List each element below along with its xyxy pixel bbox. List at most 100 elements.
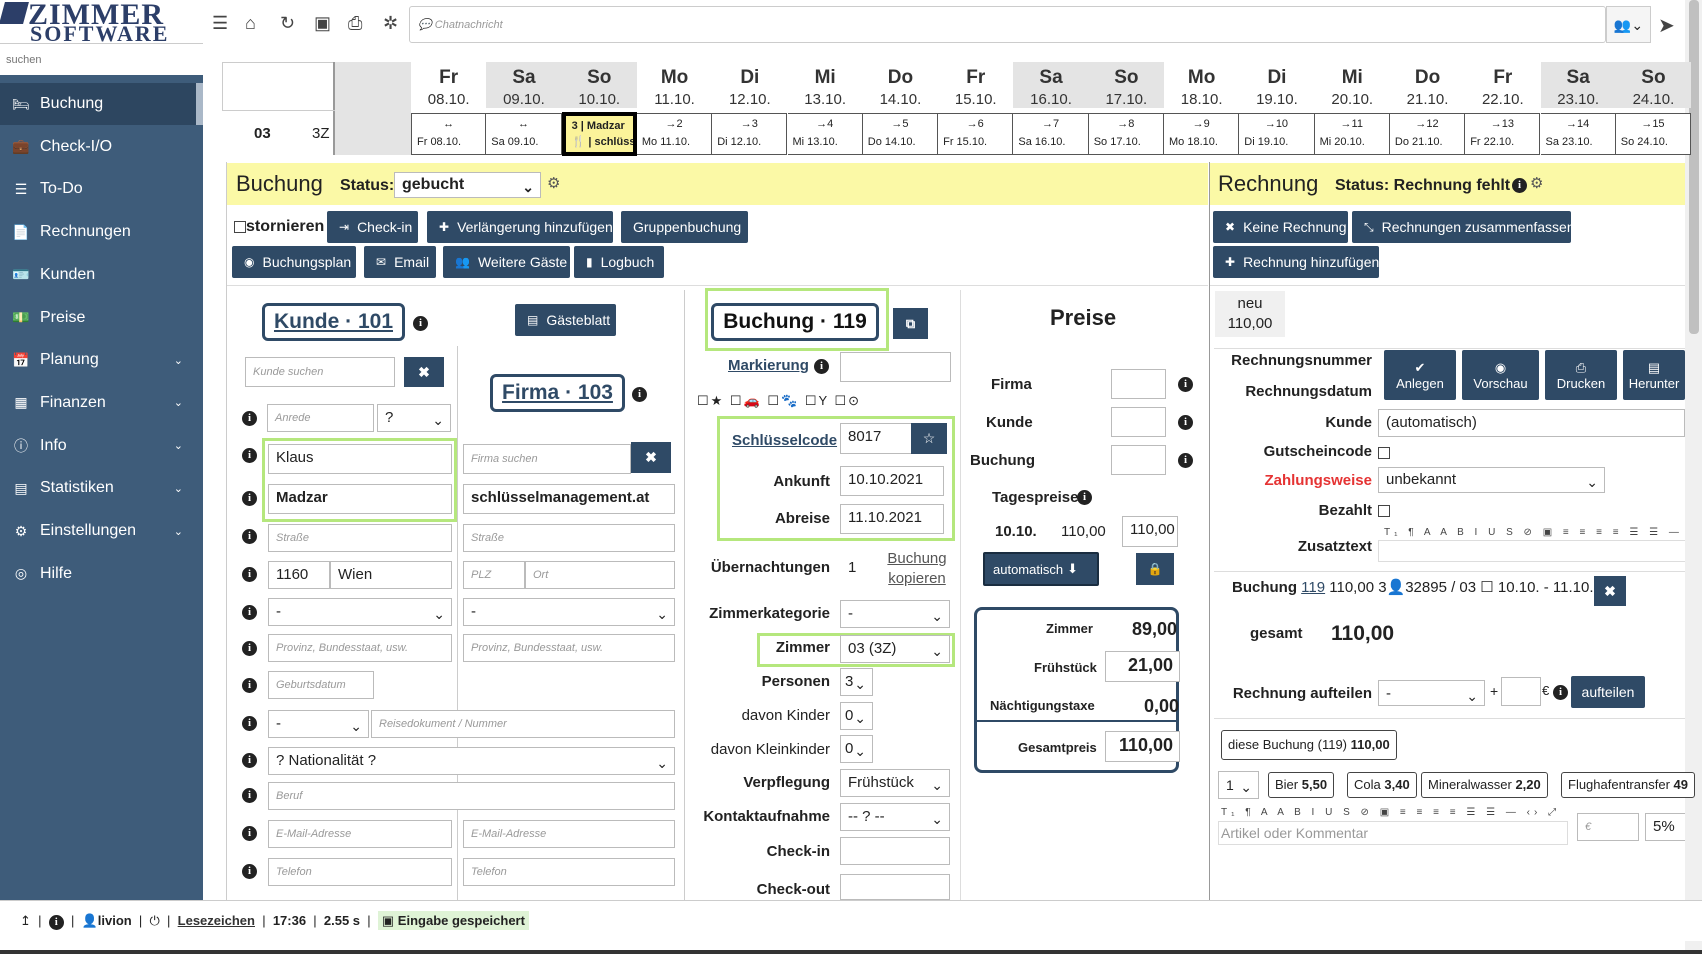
gaesteblatt-button[interactable]: ▤ Gästeblatt (515, 304, 616, 336)
calendar-cell[interactable]: →15 So 24.10. (1615, 113, 1692, 155)
sidebar-item-checkio[interactable]: 💼 Check-I/O (0, 126, 203, 168)
send-icon[interactable]: ➤ (1658, 13, 1675, 38)
schluesselcode-input[interactable]: 8017 (840, 423, 912, 454)
calendar-cell[interactable]: →9 Mo 18.10. (1164, 113, 1240, 155)
checkin-button[interactable]: ⇥ Check-in (327, 211, 418, 243)
markierung-label[interactable]: Markierung (728, 357, 809, 374)
chevron-down-icon[interactable]: ⌄ (174, 396, 183, 409)
schluesselcode-label[interactable]: Schlüsselcode (732, 432, 837, 449)
sidebar-item-einstellungen[interactable]: ⚙ Einstellungen ⌄ (0, 510, 203, 552)
home-icon[interactable]: ⌂ (245, 13, 256, 34)
diese-buchung-button[interactable]: diese Buchung (119) 110,00 (1221, 730, 1397, 760)
kleinkinder-select[interactable]: 0 (840, 735, 873, 764)
artikel-input[interactable]: Artikel oder Kommentar (1218, 821, 1568, 845)
chevron-down-icon[interactable]: ⌄ (174, 354, 183, 367)
rechnung-hinzufuegen-button[interactable]: ✚ Rechnung hinzufügen (1213, 246, 1379, 278)
land-info-icon[interactable]: i (242, 605, 257, 620)
aufteilen-select[interactable]: - (1378, 680, 1485, 709)
reisedok-info-icon[interactable]: i (242, 716, 257, 731)
calendar-cell[interactable]: →12 Do 21.10. (1389, 113, 1466, 155)
sidebar-item-info[interactable]: ⓘ Info ⌄ (0, 425, 203, 467)
sidebar-item-hilfe[interactable]: ◎ Hilfe (0, 553, 203, 595)
rechnung-kunde-input[interactable]: (automatisch) (1378, 409, 1685, 437)
product-button[interactable]: Bier 5,50 (1268, 772, 1335, 798)
firma-strasse-input[interactable]: Straße (463, 524, 675, 552)
chevron-down-icon[interactable]: ⌄ (174, 482, 183, 495)
geburtsdatum-input[interactable]: Geburtsdatum (268, 671, 374, 699)
aufteilen-input[interactable] (1501, 677, 1541, 706)
artikel-toolbar[interactable]: T₁ ¶ A A B I U S ⊘ ▣ ≡ ≡ ≡ ≡ ☰ ☰ — ‹› ⤢ (1221, 807, 1560, 818)
strasse-info-icon[interactable]: i (242, 529, 257, 544)
power-icon[interactable]: ⏻ (150, 913, 160, 928)
refresh-icon[interactable]: ↻ (280, 13, 295, 34)
checkout-time-input[interactable] (840, 874, 950, 900)
bezahlt-checkbox[interactable] (1378, 505, 1390, 517)
buchungsplan-button[interactable]: ◉ Buchungsplan (232, 246, 356, 278)
firstname-input[interactable]: Klaus (268, 444, 452, 474)
zimmer-select[interactable]: 03 (3Z) (840, 635, 950, 664)
firma-provinz-input[interactable]: Provinz, Bundesstaat, usw. (463, 634, 675, 662)
preise-buchung-info-icon[interactable]: i (1178, 453, 1193, 468)
qty-select[interactable]: 1 (1218, 771, 1259, 800)
kunde-search-input[interactable]: Kunde suchen (245, 357, 395, 387)
product-button[interactable]: Mineralwasser 2,20 (1421, 772, 1548, 798)
preise-kunde-input[interactable] (1111, 407, 1166, 437)
rechnung-settings-icon[interactable]: ⚙ (1530, 174, 1543, 192)
status-select[interactable]: gebucht (394, 172, 541, 199)
lock-icon[interactable]: 🔒 (1136, 553, 1174, 585)
calendar-cell[interactable]: ↔ Sa 09.10. (486, 113, 562, 155)
nationalitaet-info-icon[interactable]: i (242, 753, 257, 768)
sidebar-item-preise[interactable]: 💵 Preise (0, 297, 203, 339)
herunterladen-button[interactable]: ▤ Herunter (1623, 350, 1685, 400)
gruppenbuchung-button[interactable]: Gruppenbuchung (621, 211, 748, 243)
tagespreis-input[interactable]: 110,00 (1122, 516, 1178, 547)
footer-lesezeichen-link[interactable]: Lesezeichen (178, 913, 255, 928)
ankunft-input[interactable]: 10.10.2021 (840, 466, 944, 496)
markierung-input[interactable] (840, 352, 951, 382)
telefon-input[interactable]: Telefon (268, 858, 452, 886)
rechnung-line-link[interactable]: 119 (1301, 579, 1325, 596)
geburtsdatum-info-icon[interactable]: i (242, 678, 257, 693)
verpflegung-select[interactable]: Frühstück (840, 769, 950, 798)
price-gesamt-input[interactable]: 110,00 (1105, 731, 1180, 762)
calendar-cell[interactable]: ↔ Fr 08.10. (411, 113, 487, 155)
plz-info-icon[interactable]: i (242, 567, 257, 582)
keine-rechnung-button[interactable]: ✖ Keine Rechnung (1213, 211, 1348, 243)
footer-user[interactable]: livion (98, 913, 132, 928)
zimmerkategorie-select[interactable]: - (840, 600, 950, 629)
rechnung-line-remove-button[interactable]: ✖ (1594, 576, 1626, 606)
markierung-icons[interactable]: ☐★ ☐🚗 ☐🐾 ☐Y ☐⊙ (697, 393, 861, 409)
zusatztext-editor[interactable] (1378, 540, 1685, 562)
firma-ort-input[interactable]: Ort (525, 561, 675, 589)
calendar-cell[interactable]: →7 Sa 16.10. (1013, 113, 1089, 155)
vorschau-button[interactable]: ◉ Vorschau (1462, 350, 1539, 400)
sidebar-item-planung[interactable]: 📅 Planung ⌄ (0, 339, 203, 381)
price-fruehstueck-input[interactable]: 21,00 (1105, 651, 1180, 682)
rechnung-tab-neu[interactable]: neu 110,00 (1215, 291, 1285, 337)
land-select[interactable]: - (268, 598, 452, 627)
print-icon[interactable]: ⎙ (348, 13, 362, 34)
firma-land-select[interactable]: - (463, 598, 675, 627)
calendar-cell[interactable]: →6 Fr 15.10. (938, 113, 1014, 155)
weitere-gaeste-button[interactable]: 👥 Weitere Gäste (443, 246, 570, 278)
provinz-input[interactable]: Provinz, Bundesstaat, usw. (268, 634, 452, 662)
anlegen-button[interactable]: ✔ Anlegen (1384, 350, 1456, 400)
strasse-input[interactable]: Straße (268, 524, 452, 552)
anrede-select[interactable]: ? (377, 404, 451, 433)
lastname-info-icon[interactable]: i (242, 491, 257, 506)
status-settings-icon[interactable]: ⚙ (547, 174, 560, 192)
firma-name-input[interactable]: schlüsselmanagement.at (463, 484, 675, 514)
firma-info-icon[interactable]: i (632, 387, 647, 402)
email-info-icon[interactable]: i (242, 826, 257, 841)
users-dropdown[interactable]: 👥⌄ (1606, 6, 1651, 43)
artikel-price-input[interactable]: € (1577, 813, 1639, 841)
calendar-booking-cell[interactable]: 3 | Madzar 🍴 | schlüsse (561, 112, 637, 156)
plz-input[interactable]: 1160 (268, 561, 330, 589)
calendar-cell[interactable]: →11 Mi 20.10. (1314, 113, 1390, 155)
firma-title[interactable]: Firma · 103 (490, 374, 625, 412)
calendar-cell[interactable]: →8 So 17.10. (1088, 113, 1164, 155)
preise-firma-info-icon[interactable]: i (1178, 377, 1193, 392)
sidebar-search-input[interactable] (0, 44, 203, 75)
zusatztext-toolbar[interactable]: T₁ ¶ A A B I U S ⊘ ▣ ≡ ≡ ≡ ≡ ☰ ☰ — (1384, 527, 1684, 538)
scrollbar-thumb[interactable] (1689, 0, 1699, 334)
